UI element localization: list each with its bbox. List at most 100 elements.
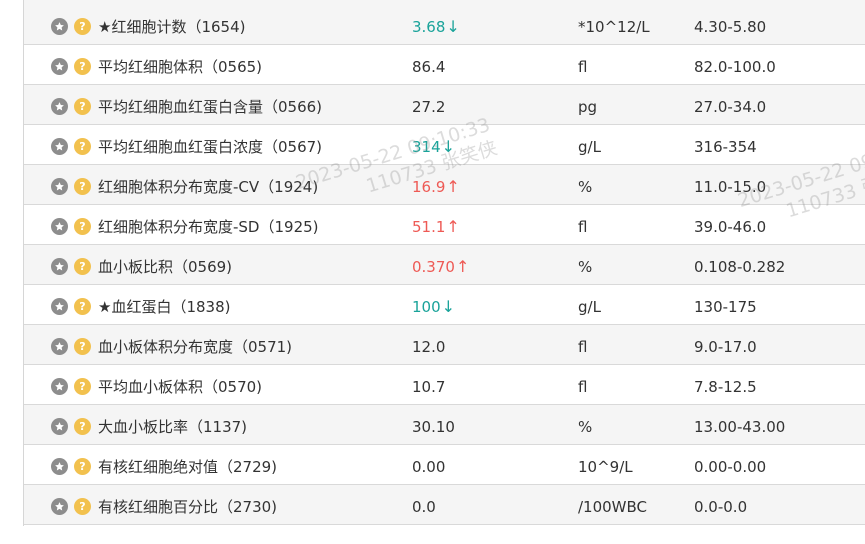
test-name: ★红细胞计数（1654)	[98, 18, 246, 36]
reference-range: 11.0-15.0	[694, 178, 767, 196]
table-row: ? ★血红蛋白（1838) 100↓ g/L 130-175	[24, 285, 865, 325]
table-row: ? 平均红细胞体积（0565) 86.4 fl 82.0-100.0	[24, 45, 865, 85]
reference-range: 316-354	[694, 138, 757, 156]
star-icon[interactable]	[51, 58, 68, 75]
star-icon[interactable]	[51, 18, 68, 35]
question-icon[interactable]: ?	[74, 18, 91, 35]
question-icon[interactable]: ?	[74, 298, 91, 315]
arrow-down-icon: ↓	[441, 137, 456, 156]
test-unit: 10^9/L	[578, 458, 633, 476]
question-icon[interactable]: ?	[74, 218, 91, 235]
question-icon[interactable]: ?	[74, 178, 91, 195]
star-icon[interactable]	[51, 298, 68, 315]
arrow-up-icon: ↑	[446, 217, 460, 236]
test-unit: /100WBC	[578, 498, 648, 516]
test-result: 16.9↑	[412, 165, 460, 205]
test-result: 51.1↑	[412, 205, 460, 245]
arrow-down-icon: ↓	[446, 17, 460, 36]
test-result: 30.10	[412, 405, 455, 445]
star-icon[interactable]	[51, 218, 68, 235]
result-value: 0.0	[412, 498, 436, 516]
star-icon[interactable]	[51, 418, 68, 435]
test-unit: %	[578, 418, 593, 436]
result-value: 12.0	[412, 338, 446, 356]
result-value: 27.2	[412, 98, 446, 116]
reference-range: 13.00-43.00	[694, 418, 786, 436]
table-row: ? 平均红细胞血红蛋白含量（0566) 27.2 pg 27.0-34.0	[24, 85, 865, 125]
star-icon[interactable]	[51, 98, 68, 115]
reference-range: 9.0-17.0	[694, 338, 757, 356]
test-unit: *10^12/L	[578, 18, 650, 36]
result-value: 100	[412, 298, 441, 316]
question-icon[interactable]: ?	[74, 338, 91, 355]
star-icon[interactable]	[51, 338, 68, 355]
result-value: 51.1	[412, 218, 446, 236]
question-icon[interactable]: ?	[74, 498, 91, 515]
question-icon[interactable]: ?	[74, 138, 91, 155]
table-row: ? 有核红细胞绝对值（2729) 0.00 10^9/L 0.00-0.00	[24, 445, 865, 485]
table-row: ? 红细胞体积分布宽度-CV（1924) 16.9↑% 11.0-15.0	[24, 165, 865, 205]
star-icon[interactable]	[51, 498, 68, 515]
test-unit: fl	[578, 58, 588, 76]
star-icon[interactable]	[51, 138, 68, 155]
star-icon[interactable]	[51, 378, 68, 395]
test-unit: fl	[578, 378, 588, 396]
star-icon[interactable]	[51, 178, 68, 195]
test-name: ★血红蛋白（1838)	[98, 298, 231, 316]
reference-range: 82.0-100.0	[694, 58, 776, 76]
reference-range: 0.108-0.282	[694, 258, 786, 276]
test-unit: fl	[578, 338, 588, 356]
test-result: 100↓	[412, 285, 455, 325]
test-name: 血小板体积分布宽度（0571)	[98, 338, 293, 356]
test-name: 平均血小板体积（0570)	[98, 378, 263, 396]
result-value: 314	[412, 138, 441, 156]
test-unit: g/L	[578, 298, 601, 316]
test-name: 血小板比积（0569)	[98, 258, 233, 276]
test-unit: fl	[578, 218, 588, 236]
arrow-up-icon: ↑	[455, 257, 470, 276]
star-icon[interactable]	[51, 258, 68, 275]
question-icon[interactable]: ?	[74, 418, 91, 435]
result-value: 16.9	[412, 178, 446, 196]
test-result: 86.4	[412, 45, 445, 85]
test-result: 27.2	[412, 85, 445, 125]
test-result: 3.68↓	[412, 5, 460, 45]
test-unit: %	[578, 258, 593, 276]
test-unit: %	[578, 178, 593, 196]
result-value: 86.4	[412, 58, 446, 76]
result-value: 3.68	[412, 18, 446, 36]
reference-range: 27.0-34.0	[694, 98, 767, 116]
table-row: ? 大血小板比率（1137) 30.10% 13.00-43.00	[24, 405, 865, 445]
test-result: 0.0	[412, 485, 436, 525]
table-row: ? 有核红细胞百分比（2730) 0.0/100WBC 0.0-0.0	[24, 485, 865, 525]
test-name: 大血小板比率（1137)	[98, 418, 248, 436]
result-value: 10.7	[412, 378, 446, 396]
test-name: 平均红细胞体积（0565)	[98, 58, 263, 76]
arrow-up-icon: ↑	[446, 177, 460, 196]
test-result: 314↓	[412, 125, 455, 165]
question-icon[interactable]: ?	[74, 378, 91, 395]
result-value: 0.00	[412, 458, 446, 476]
reference-range: 130-175	[694, 298, 757, 316]
table-row: ? 血小板比积（0569) 0.370↑% 0.108-0.282	[24, 245, 865, 285]
test-name: 有核红细胞绝对值（2729)	[98, 458, 278, 476]
question-icon[interactable]: ?	[74, 458, 91, 475]
table-row: ? 平均血小板体积（0570) 10.7 fl 7.8-12.5	[24, 365, 865, 405]
test-result: 12.0	[412, 325, 445, 365]
test-result: 0.00	[412, 445, 445, 485]
reference-range: 0.0-0.0	[694, 498, 748, 516]
reference-range: 4.30-5.80	[694, 18, 767, 36]
test-result: 10.7	[412, 365, 445, 405]
test-name: 有核红细胞百分比（2730)	[98, 498, 278, 516]
question-icon[interactable]: ?	[74, 258, 91, 275]
reference-range: 7.8-12.5	[694, 378, 757, 396]
question-icon[interactable]: ?	[74, 98, 91, 115]
result-value: 0.370	[412, 258, 455, 276]
test-name: 红细胞体积分布宽度-SD（1925)	[98, 218, 319, 236]
test-unit: pg	[578, 98, 598, 116]
test-name: 红细胞体积分布宽度-CV（1924)	[98, 178, 319, 196]
test-name: 平均红细胞血红蛋白浓度（0567)	[98, 138, 323, 156]
star-icon[interactable]	[51, 458, 68, 475]
test-name: 平均红细胞血红蛋白含量（0566)	[98, 98, 323, 116]
question-icon[interactable]: ?	[74, 58, 91, 75]
